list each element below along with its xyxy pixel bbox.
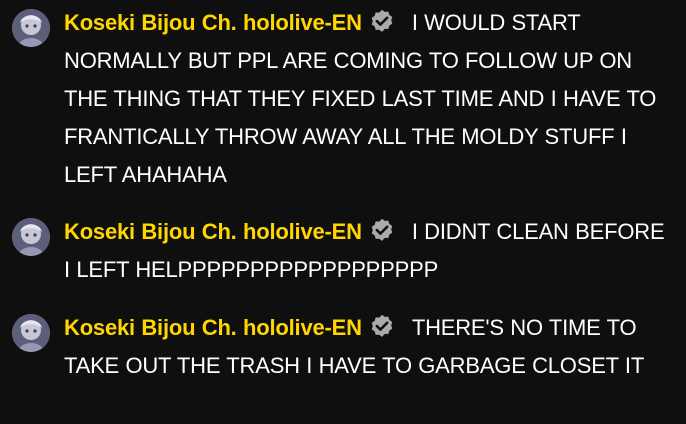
message-content: Koseki Bijou Ch. hololive-EN THERE'S NO T… xyxy=(64,309,676,385)
verified-badge-icon xyxy=(368,217,396,245)
verified-badge-icon xyxy=(368,313,396,341)
author-name[interactable]: Koseki Bijou Ch. hololive-EN xyxy=(64,10,362,35)
author-name[interactable]: Koseki Bijou Ch. hololive-EN xyxy=(64,315,362,340)
author-avatar[interactable] xyxy=(12,9,50,47)
message-content: Koseki Bijou Ch. hololive-EN I DIDNT CLEA… xyxy=(64,213,676,289)
message-text: I WOULD START NORMALLY BUT PPL ARE COMIN… xyxy=(64,10,657,187)
live-chat-messages: Koseki Bijou Ch. hololive-EN I WOULD STAR… xyxy=(0,0,686,424)
author-avatar[interactable] xyxy=(12,218,50,256)
verified-badge-icon xyxy=(368,8,396,36)
author-avatar[interactable] xyxy=(12,314,50,352)
author-name[interactable]: Koseki Bijou Ch. hololive-EN xyxy=(64,219,362,244)
message-content: Koseki Bijou Ch. hololive-EN I WOULD STAR… xyxy=(64,4,676,194)
